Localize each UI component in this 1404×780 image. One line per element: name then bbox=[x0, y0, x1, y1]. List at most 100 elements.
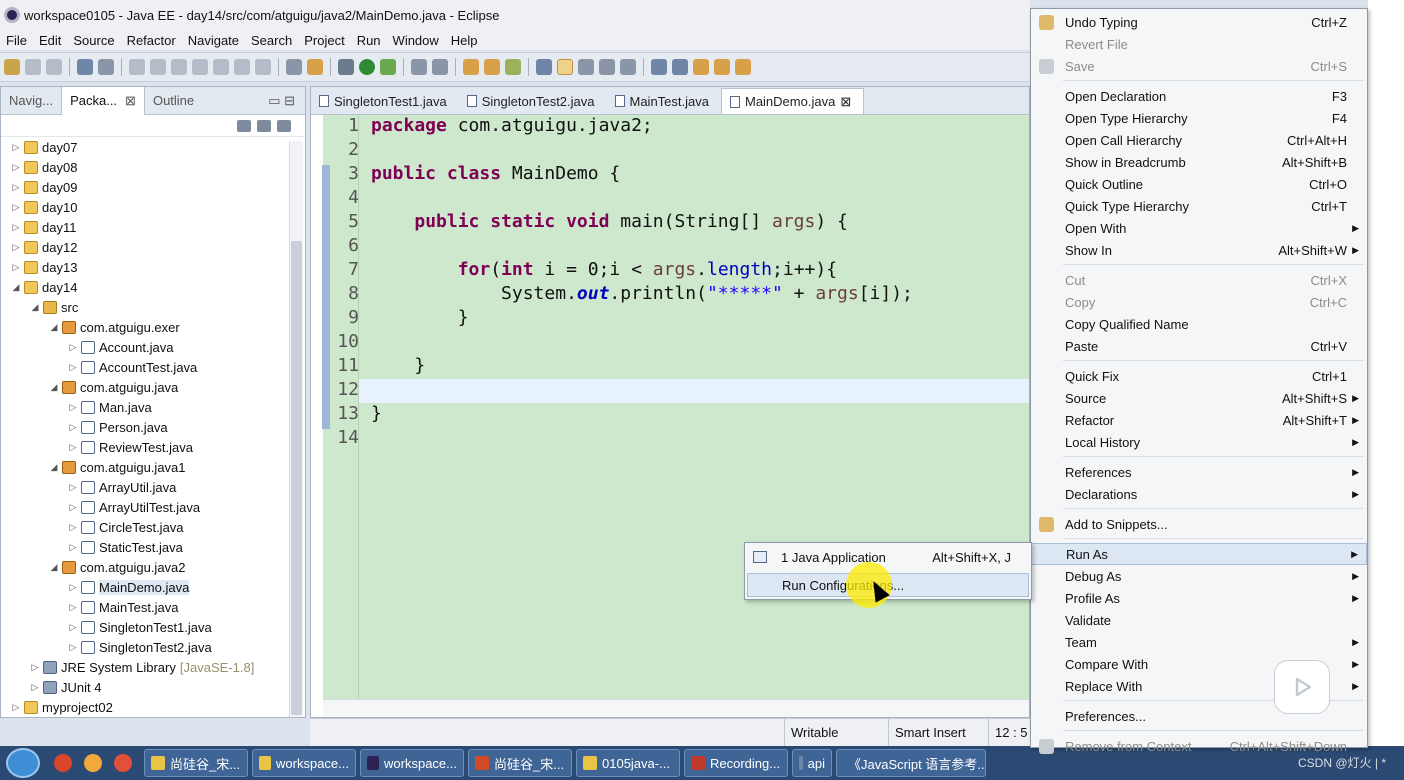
menu-item-add-to-snippets[interactable]: Add to Snippets... bbox=[1031, 513, 1367, 535]
menu-item-validate[interactable]: Validate bbox=[1031, 609, 1367, 631]
collapsed-arrow-icon[interactable]: ▷ bbox=[11, 702, 21, 713]
collapsed-arrow-icon[interactable]: ▷ bbox=[68, 422, 78, 433]
tab-maintest[interactable]: MainTest.java bbox=[607, 88, 721, 114]
skip-breakpoints-icon[interactable] bbox=[98, 59, 114, 75]
menu-item-declarations[interactable]: Declarations ▶ bbox=[1031, 483, 1367, 505]
collapsed-arrow-icon[interactable]: ▷ bbox=[11, 142, 21, 153]
tree-node[interactable]: ▷ AccountTest.java bbox=[1, 357, 287, 377]
collapsed-arrow-icon[interactable]: ▷ bbox=[30, 682, 40, 693]
view-menu-icon[interactable] bbox=[277, 119, 291, 132]
collapsed-arrow-icon[interactable]: ▷ bbox=[11, 202, 21, 213]
tree-node[interactable]: ▷ day09 bbox=[1, 177, 287, 197]
last-edit-icon[interactable] bbox=[693, 59, 709, 75]
menu-item-team[interactable]: Team ▶ bbox=[1031, 631, 1367, 653]
menu-item-quick-fix[interactable]: Quick Fix Ctrl+1 bbox=[1031, 365, 1367, 387]
app-icon[interactable] bbox=[84, 754, 102, 772]
collapse-all-icon[interactable] bbox=[237, 119, 251, 132]
annotation-next-icon[interactable] bbox=[651, 59, 667, 75]
print-icon[interactable] bbox=[77, 59, 93, 75]
menu-search[interactable]: Search bbox=[245, 33, 298, 48]
taskbar-item[interactable]: api bbox=[792, 749, 832, 777]
menu-item-source[interactable]: Source Alt+Shift+S ▶ bbox=[1031, 387, 1367, 409]
minimize-icon[interactable]: ▭ ⊟ bbox=[268, 93, 295, 109]
show-whitespace-icon[interactable] bbox=[620, 59, 636, 75]
close-icon[interactable]: ⊠ bbox=[125, 93, 136, 109]
tree-node[interactable]: ▷ ArrayUtil.java bbox=[1, 477, 287, 497]
start-button[interactable] bbox=[6, 748, 40, 778]
step-over-icon[interactable] bbox=[234, 59, 250, 75]
collapsed-arrow-icon[interactable]: ▷ bbox=[68, 342, 78, 353]
tree-node[interactable]: ▷ SingletonTest1.java bbox=[1, 617, 287, 637]
new-java-project-icon[interactable] bbox=[463, 59, 479, 75]
tree-node[interactable]: ▷ JUnit 4 bbox=[1, 677, 287, 697]
tab-outline[interactable]: Outline bbox=[145, 87, 202, 115]
menu-item-refactor[interactable]: Refactor Alt+Shift+T ▶ bbox=[1031, 409, 1367, 431]
menu-source[interactable]: Source bbox=[67, 33, 120, 48]
terminate-icon[interactable] bbox=[171, 59, 187, 75]
tree-node[interactable]: ▷ day13 bbox=[1, 257, 287, 277]
menu-item-copy-qualified-name[interactable]: Copy Qualified Name bbox=[1031, 313, 1367, 335]
menu-file[interactable]: File bbox=[0, 33, 33, 48]
disconnect-icon[interactable] bbox=[192, 59, 208, 75]
menu-run[interactable]: Run bbox=[351, 33, 387, 48]
tree-node[interactable]: ▷ day12 bbox=[1, 237, 287, 257]
search-icon[interactable] bbox=[578, 59, 594, 75]
collapsed-arrow-icon[interactable]: ▷ bbox=[68, 502, 78, 513]
collapsed-arrow-icon[interactable]: ▷ bbox=[68, 402, 78, 413]
code-editor[interactable]: 1 2 3 4 5 6 7 8 9 10 11 12 13 14 package… bbox=[322, 115, 1029, 699]
tree-scrollbar[interactable] bbox=[289, 141, 303, 717]
expanded-arrow-icon[interactable]: ◢ bbox=[49, 382, 59, 393]
tree-node[interactable]: ▷ StaticTest.java bbox=[1, 537, 287, 557]
tree-node[interactable]: ◢ com.atguigu.exer bbox=[1, 317, 287, 337]
tab-singletontest2[interactable]: SingletonTest2.java bbox=[459, 88, 607, 114]
open-folder-icon[interactable] bbox=[484, 59, 500, 75]
tree-node[interactable]: ▷ SingletonTest2.java bbox=[1, 637, 287, 657]
tree-node[interactable]: ▷ day11 bbox=[1, 217, 287, 237]
collapsed-arrow-icon[interactable]: ▷ bbox=[68, 522, 78, 533]
collapsed-arrow-icon[interactable]: ▷ bbox=[11, 262, 21, 273]
tree-node[interactable]: ▷ ReviewTest.java bbox=[1, 437, 287, 457]
menu-window[interactable]: Window bbox=[387, 33, 445, 48]
new-class-icon[interactable] bbox=[505, 59, 521, 75]
tree-node[interactable]: ◢ com.atguigu.java bbox=[1, 377, 287, 397]
new-icon[interactable] bbox=[4, 59, 20, 75]
tree-node[interactable]: ▷ Account.java bbox=[1, 337, 287, 357]
collapsed-arrow-icon[interactable]: ▷ bbox=[11, 162, 21, 173]
menu-item-open-with[interactable]: Open With ▶ bbox=[1031, 217, 1367, 239]
menu-item-copy[interactable]: Copy Ctrl+C bbox=[1031, 291, 1367, 313]
menu-navigate[interactable]: Navigate bbox=[182, 33, 245, 48]
back-icon[interactable] bbox=[714, 59, 730, 75]
toggle-mark-occurrences-icon[interactable] bbox=[557, 59, 573, 75]
run-icon[interactable] bbox=[359, 59, 375, 75]
app-icon[interactable] bbox=[54, 754, 72, 772]
save-icon[interactable] bbox=[25, 59, 41, 75]
collapsed-arrow-icon[interactable]: ▷ bbox=[68, 362, 78, 373]
collapsed-arrow-icon[interactable]: ▷ bbox=[11, 242, 21, 253]
tree-node[interactable]: ▷ ArrayUtilTest.java bbox=[1, 497, 287, 517]
external-tools-icon[interactable] bbox=[411, 59, 427, 75]
tab-maindemo[interactable]: MainDemo.java ⊠ bbox=[720, 88, 865, 114]
tree-node[interactable]: ▷ Man.java bbox=[1, 397, 287, 417]
collapsed-arrow-icon[interactable]: ▷ bbox=[68, 582, 78, 593]
menu-item-show-in-breadcrumb[interactable]: Show in Breadcrumb Alt+Shift+B bbox=[1031, 151, 1367, 173]
collapsed-arrow-icon[interactable]: ▷ bbox=[68, 642, 78, 653]
coverage-icon[interactable] bbox=[380, 59, 396, 75]
step-return-icon[interactable] bbox=[255, 59, 271, 75]
collapsed-arrow-icon[interactable]: ▷ bbox=[11, 182, 21, 193]
menu-item-open-call-hierarchy[interactable]: Open Call Hierarchy Ctrl+Alt+H bbox=[1031, 129, 1367, 151]
server-icon[interactable] bbox=[307, 59, 323, 75]
expanded-arrow-icon[interactable]: ◢ bbox=[30, 302, 40, 313]
collapsed-arrow-icon[interactable]: ▷ bbox=[30, 662, 40, 673]
step-into-icon[interactable] bbox=[213, 59, 229, 75]
tree-node[interactable]: ▷ CircleTest.java bbox=[1, 517, 287, 537]
tree-node[interactable]: ▷ MainTest.java bbox=[1, 597, 287, 617]
expanded-arrow-icon[interactable]: ◢ bbox=[49, 322, 59, 333]
menu-item-local-history[interactable]: Local History ▶ bbox=[1031, 431, 1367, 453]
taskbar-item[interactable]: workspace... bbox=[360, 749, 464, 777]
menu-item-profile-as[interactable]: Profile As ▶ bbox=[1031, 587, 1367, 609]
menu-item-remove-from-context[interactable]: Remove from Context Ctrl+Alt+Shift+Down bbox=[1031, 735, 1367, 757]
tab-singletontest1[interactable]: SingletonTest1.java bbox=[311, 88, 459, 114]
link-with-editor-icon[interactable] bbox=[257, 119, 271, 132]
tree-node[interactable]: ▷ day10 bbox=[1, 197, 287, 217]
menu-item-undo-typing[interactable]: Undo Typing Ctrl+Z bbox=[1031, 11, 1367, 33]
